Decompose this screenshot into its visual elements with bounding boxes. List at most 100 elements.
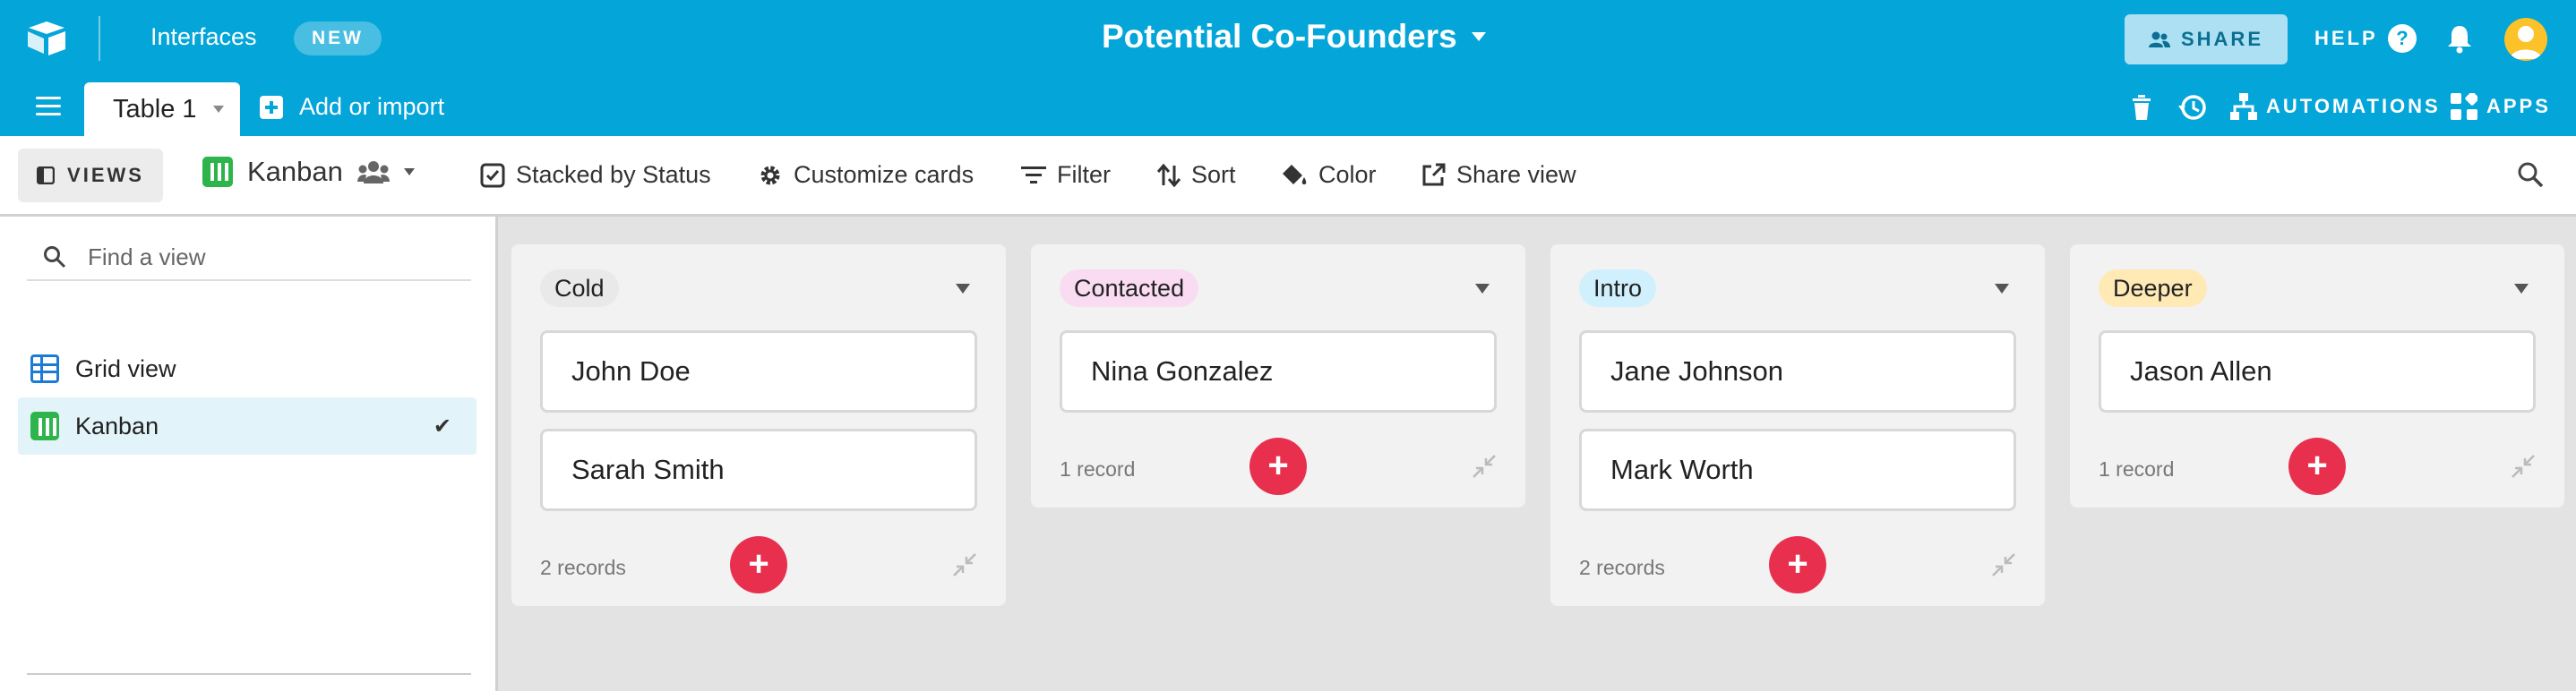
interfaces-link[interactable]: Interfaces [150, 23, 257, 51]
record-card[interactable]: Mark Worth [1579, 429, 2016, 511]
apps-button[interactable]: APPS [2451, 93, 2551, 120]
record-card[interactable]: Nina Gonzalez [1060, 330, 1497, 413]
sidebar-item-grid-view[interactable]: Grid view [18, 340, 477, 397]
table-tab-bar: Table 1 Add or import AUTOMATIONS APPS [0, 77, 2576, 136]
share-button[interactable]: SHARE [2125, 14, 2288, 64]
column-menu-icon[interactable] [956, 284, 970, 294]
trash-icon[interactable] [2132, 95, 2151, 120]
kanban-column-cold: Cold John Doe Sarah Smith 2 records + [511, 244, 1006, 606]
customize-cards-label: Customize cards [794, 161, 975, 188]
status-pill: Intro [1579, 269, 1657, 307]
base-title: Potential Co-Founders [1102, 18, 1457, 55]
record-card[interactable]: Jane Johnson [1579, 330, 2016, 413]
collaborative-users-icon [356, 161, 390, 183]
users-icon [2148, 31, 2170, 47]
avatar-person-icon [2510, 26, 2542, 59]
search-icon[interactable] [2517, 161, 2544, 188]
help-link[interactable]: HELP [2314, 27, 2378, 50]
record-card[interactable]: Jason Allen [2099, 330, 2536, 413]
add-record-button[interactable]: + [2288, 438, 2346, 495]
table-tab[interactable]: Table 1 [84, 82, 240, 136]
filter-label: Filter [1057, 161, 1111, 188]
status-pill: Contacted [1060, 269, 1199, 307]
color-label: Color [1318, 161, 1377, 188]
base-title-button[interactable]: Potential Co-Founders [1102, 18, 1486, 55]
add-record-button[interactable]: + [730, 536, 787, 593]
sidebar-toggle-icon [37, 166, 56, 184]
chevron-down-icon[interactable] [212, 106, 224, 113]
filter-icon [1021, 166, 1046, 183]
automations-button[interactable]: AUTOMATIONS [2230, 93, 2441, 120]
column-menu-icon[interactable] [1995, 284, 2009, 294]
share-external-icon [1422, 163, 1446, 185]
airtable-logo-icon[interactable] [25, 20, 68, 57]
add-or-import-button[interactable]: Add or import [260, 93, 444, 121]
apps-label: APPS [2486, 95, 2551, 117]
automations-icon [2230, 93, 2257, 120]
color-button[interactable]: Color [1281, 161, 1377, 189]
automations-label: AUTOMATIONS [2266, 95, 2441, 117]
status-pill: Deeper [2099, 269, 2207, 307]
add-record-button[interactable]: + [1769, 536, 1826, 593]
share-view-label: Share view [1456, 161, 1576, 188]
kanban-board: Cold John Doe Sarah Smith 2 records + Co… [501, 219, 2576, 691]
paint-bucket-icon [1283, 164, 1307, 184]
help-icon[interactable]: ? [2388, 24, 2417, 53]
sidebar-item-label: Kanban [75, 412, 159, 439]
column-footer: 2 records + [511, 525, 1006, 606]
add-or-import-label: Add or import [299, 93, 445, 120]
stacked-by-label: Stacked by Status [516, 161, 711, 188]
stacked-by-button[interactable]: Stacked by Status [480, 161, 711, 189]
current-view-name: Kanban [247, 156, 343, 187]
record-count: 1 record [2099, 457, 2175, 481]
current-view-button[interactable]: Kanban [202, 156, 415, 188]
views-toggle-button[interactable]: VIEWS [18, 149, 163, 202]
new-badge: NEW [294, 21, 382, 55]
column-footer: 1 record + [1031, 427, 1525, 508]
column-menu-icon[interactable] [1475, 284, 1490, 294]
kanban-icon [30, 412, 59, 440]
sidebar-item-kanban[interactable]: Kanban ✔ [18, 397, 477, 455]
collapse-icon[interactable] [2511, 454, 2536, 479]
customize-cards-button[interactable]: Customize cards [758, 161, 974, 189]
column-footer: 2 records + [1550, 525, 2045, 606]
column-header: Intro [1550, 244, 2045, 330]
hamburger-menu-icon[interactable] [36, 97, 61, 118]
sort-button[interactable]: Sort [1157, 161, 1236, 189]
bell-icon[interactable] [2445, 23, 2474, 54]
table-tab-label: Table 1 [113, 94, 197, 124]
record-card[interactable]: John Doe [540, 330, 977, 413]
checkbox-icon [480, 163, 505, 187]
status-pill: Cold [540, 269, 619, 307]
view-toolbar: VIEWS Kanban Stacked by Status Customize… [0, 136, 2576, 217]
column-footer: 1 record + [2070, 427, 2564, 508]
collapse-icon[interactable] [1991, 552, 2016, 577]
user-avatar[interactable] [2504, 18, 2547, 61]
apps-icon [2451, 93, 2477, 120]
find-view-search [27, 235, 471, 281]
chevron-down-icon [1471, 32, 1486, 41]
record-count: 2 records [540, 556, 626, 579]
plus-square-icon [260, 95, 283, 119]
gear-icon [760, 166, 780, 184]
share-label: SHARE [2180, 28, 2263, 50]
views-sidebar: Grid view Kanban ✔ [0, 217, 498, 691]
add-record-button[interactable]: + [1249, 438, 1307, 495]
collapse-icon[interactable] [1472, 454, 1497, 479]
grid-icon [30, 354, 59, 383]
kanban-column-contacted: Contacted Nina Gonzalez 1 record + [1031, 244, 1525, 508]
collapse-icon[interactable] [952, 552, 977, 577]
share-view-button[interactable]: Share view [1421, 161, 1576, 189]
filter-button[interactable]: Filter [1021, 161, 1111, 189]
record-count: 1 record [1060, 457, 1136, 481]
column-header: Deeper [2070, 244, 2564, 330]
column-header: Cold [511, 244, 1006, 330]
column-menu-icon[interactable] [2514, 284, 2529, 294]
record-card[interactable]: Sarah Smith [540, 429, 977, 511]
find-view-input[interactable] [88, 243, 446, 271]
checkmark-icon: ✔ [433, 414, 451, 439]
sidebar-divider [27, 673, 471, 675]
header-divider [99, 16, 100, 61]
top-header: Interfaces NEW Potential Co-Founders SHA… [0, 0, 2576, 77]
history-icon[interactable] [2178, 93, 2207, 122]
